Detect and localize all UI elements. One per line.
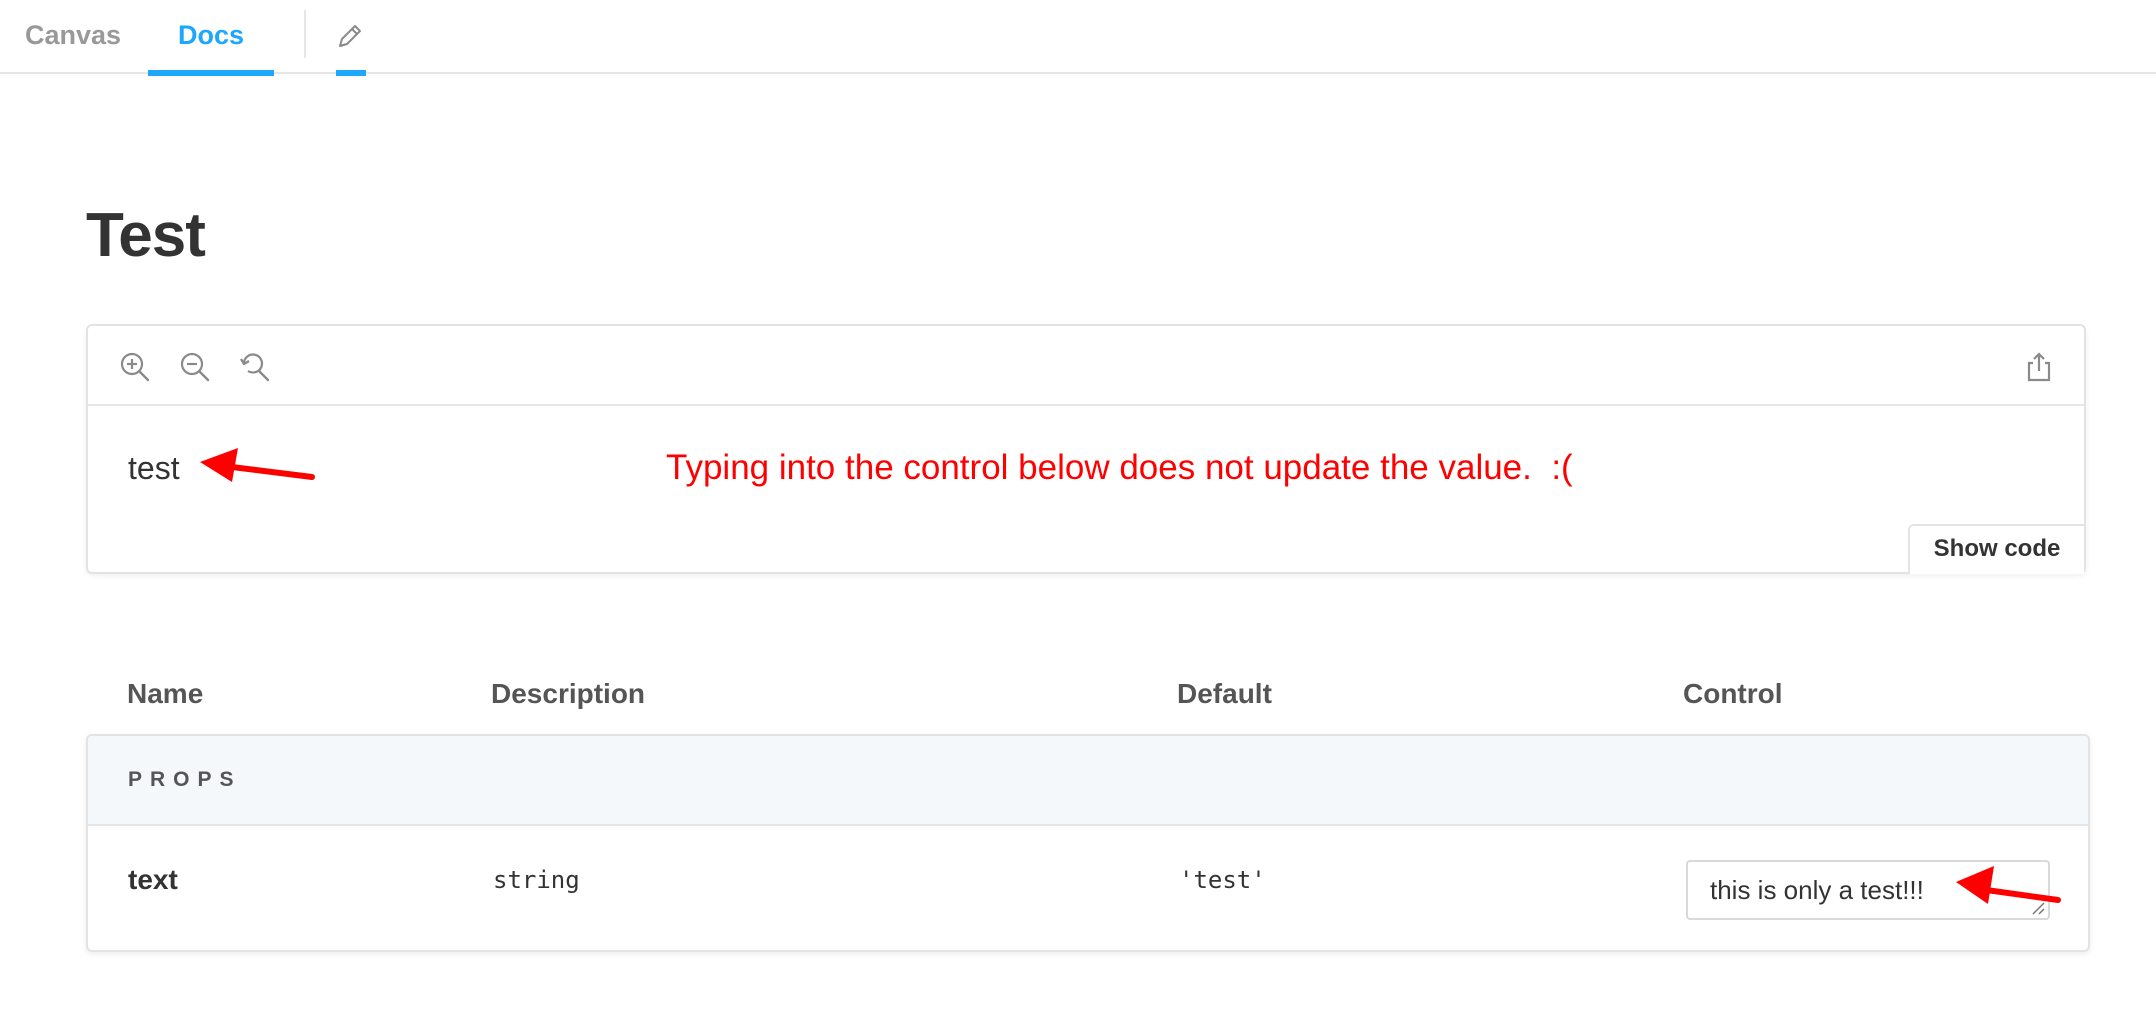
rendered-story-text: test xyxy=(128,450,180,486)
zoom-out-button[interactable] xyxy=(178,350,212,384)
annotation-text: Typing into the control below does not u… xyxy=(666,448,1573,487)
zoom-reset-icon xyxy=(240,353,270,382)
table-row: text string 'test' this is only a test!!… xyxy=(88,826,2088,950)
share-button[interactable] xyxy=(2022,350,2056,384)
red-arrowhead xyxy=(1956,866,1994,904)
show-code-button[interactable]: Show code xyxy=(1908,524,2084,574)
tab-bar: Canvas Docs xyxy=(0,0,2156,76)
zoom-out-icon xyxy=(180,352,210,382)
share-icon xyxy=(2027,352,2051,382)
tab-docs[interactable]: Docs xyxy=(148,0,274,76)
page-title: Test xyxy=(86,201,206,270)
red-arrow-annotation xyxy=(200,448,315,482)
preview-toolbar xyxy=(88,326,2084,406)
section-label: PROPS xyxy=(128,768,242,791)
control-value: this is only a test!!! xyxy=(1710,875,1924,905)
story-preview: test Typing into the control below does … xyxy=(86,324,2086,574)
tab-separator xyxy=(304,10,306,58)
preview-canvas: test Typing into the control below does … xyxy=(88,406,2084,574)
args-table: PROPS text string 'test' this is only a … xyxy=(86,734,2090,952)
zoom-in-button[interactable] xyxy=(118,350,152,384)
arg-default: 'test' xyxy=(1179,866,1266,894)
arg-name: text xyxy=(128,864,178,895)
zoom-reset-button[interactable] xyxy=(238,350,272,384)
column-header-default: Default xyxy=(1177,678,1272,709)
tab-canvas[interactable]: Canvas xyxy=(0,0,146,74)
column-header-name: Name xyxy=(127,678,204,709)
section-row-props[interactable]: PROPS xyxy=(88,736,2088,826)
zoom-in-icon xyxy=(120,352,150,382)
arg-type: string xyxy=(493,866,580,894)
column-header-control: Control xyxy=(1683,678,1783,709)
pencil-icon xyxy=(339,25,361,47)
addon-tab-pencil[interactable] xyxy=(334,0,366,76)
column-header-description: Description xyxy=(491,678,646,709)
